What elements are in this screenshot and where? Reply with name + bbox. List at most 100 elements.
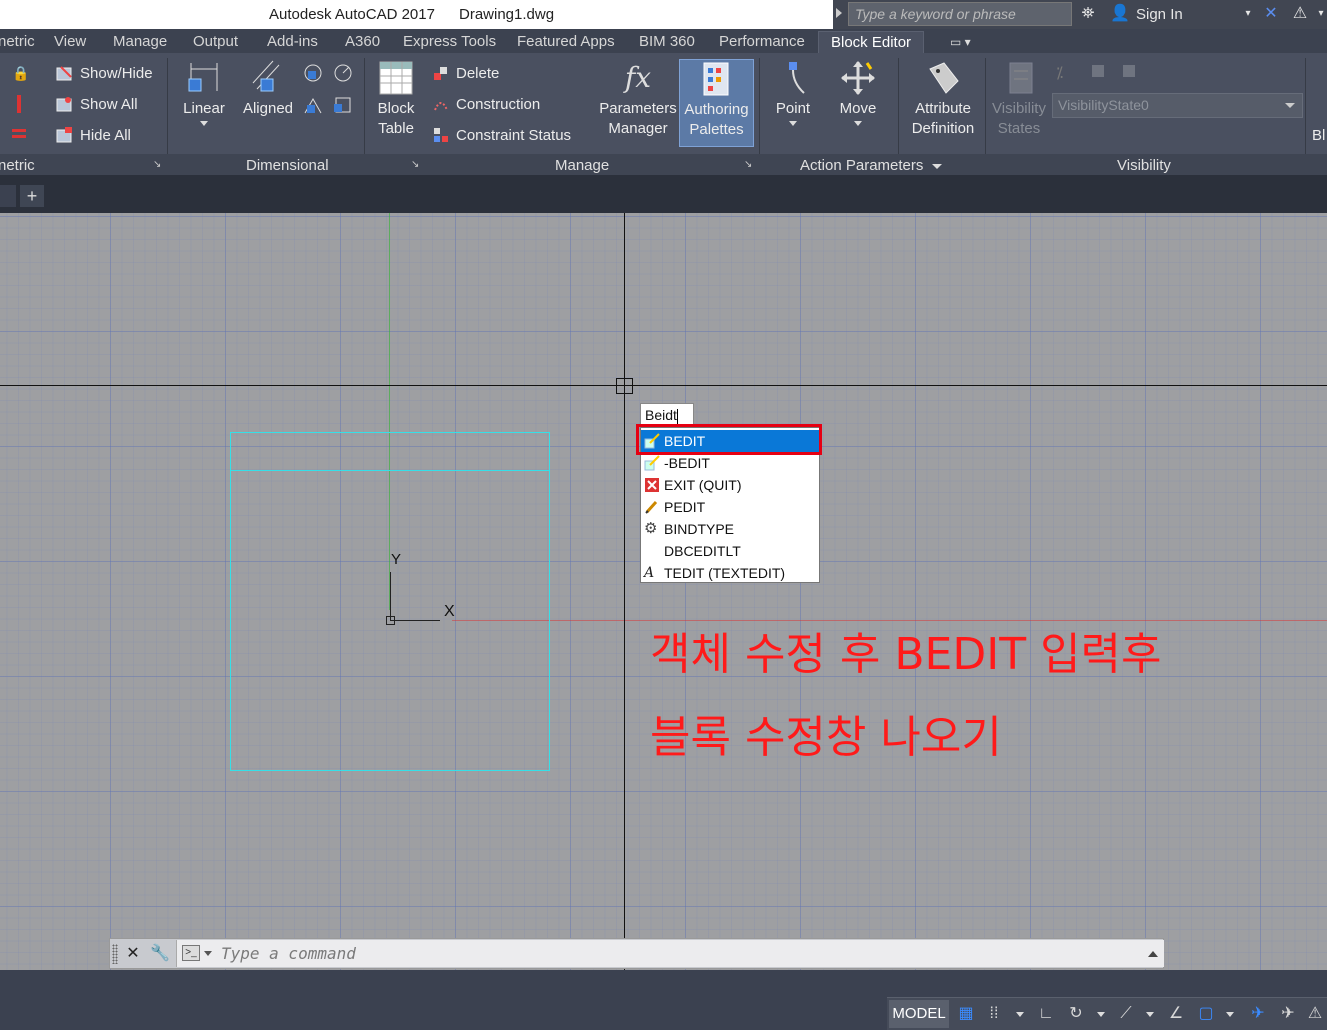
block-table-button[interactable]: Block Table (372, 59, 420, 139)
move-dropdown-icon[interactable] (854, 121, 862, 126)
ucs-x-line (390, 620, 440, 621)
diameter-constraint-icon[interactable] (303, 95, 323, 120)
exchange-apps-icon[interactable]: ✕ (1261, 4, 1281, 24)
show-all-button[interactable]: Show All (56, 93, 138, 115)
attribute-definition-button[interactable]: Attribute Definition (902, 59, 984, 139)
move-action-button[interactable]: Move (832, 59, 884, 126)
model-space-button[interactable]: MODEL (889, 1000, 949, 1028)
help-dropdown-icon[interactable]: ▾ (1311, 4, 1327, 24)
delete-constraint-icon (432, 64, 450, 82)
tab-a360[interactable]: A360 (345, 33, 380, 50)
drag-handle-icon[interactable] (112, 944, 118, 964)
constraint-status-button[interactable]: Constraint Status (432, 124, 571, 146)
new-tab-plus-icon[interactable]: + (20, 185, 44, 207)
tab-express-tools[interactable]: Express Tools (403, 33, 496, 50)
user-icon[interactable]: 👤 (1110, 4, 1130, 24)
chevron-down-icon (1285, 103, 1295, 108)
title-bar: Autodesk AutoCAD 2017 Drawing1.dwg ⛯ 👤 S… (0, 0, 1327, 29)
tab-performance[interactable]: Performance (719, 33, 805, 50)
snap-dropdown-icon[interactable] (1016, 1012, 1024, 1017)
autocomplete-item-exit[interactable]: EXIT (QUIT) (641, 474, 819, 496)
tab-add-ins[interactable]: Add-ins (267, 33, 318, 50)
grid-display-icon[interactable]: ▦ (956, 1004, 976, 1024)
signin-dropdown-icon[interactable]: ▾ (1238, 4, 1258, 24)
radius-constraint-icon[interactable] (333, 63, 353, 88)
object-snap-icon[interactable]: ▢ (1196, 1004, 1216, 1024)
recent-commands-dropdown-icon[interactable] (204, 951, 212, 956)
linear-parameter-button[interactable]: Linear (179, 59, 229, 126)
close-icon[interactable]: ✕ (123, 944, 143, 964)
autodesk-a360-icon[interactable]: ⚠ (1290, 4, 1310, 24)
visibility-mode-icon[interactable]: ⁒ (1056, 63, 1063, 83)
customize-wrench-icon[interactable]: 🔧 (150, 944, 170, 964)
tab-block-editor[interactable]: Block Editor (818, 31, 925, 53)
object-snap-tracking-icon[interactable]: ∠ (1166, 1004, 1186, 1024)
panel-label-manage: Manage (555, 157, 610, 174)
point-dropdown-icon[interactable] (789, 121, 797, 126)
ucs-origin-icon (386, 616, 395, 625)
convert-constraint-icon[interactable] (333, 95, 353, 120)
infer-constraints-icon[interactable]: ∟ (1036, 1004, 1056, 1024)
search-box[interactable] (848, 2, 1072, 26)
authoring-palettes-button[interactable]: Authoring Palettes (679, 59, 754, 147)
search-expand-icon[interactable] (836, 8, 842, 18)
dialog-launcher-icon[interactable]: ↘ (744, 159, 752, 170)
command-history-up-icon[interactable] (1148, 951, 1158, 957)
dialog-launcher-icon[interactable]: ↘ (411, 159, 419, 170)
sign-in-link[interactable]: Sign In (1136, 6, 1183, 23)
equal-icon[interactable] (12, 129, 26, 132)
tab-featured-apps[interactable]: Featured Apps (517, 33, 615, 50)
object-snap-dropdown-icon[interactable] (1226, 1012, 1234, 1017)
annotation-scale-icon[interactable]: ⚠ (1305, 1004, 1325, 1024)
autocomplete-item-dbceditlt[interactable]: DBCEDITLT (641, 540, 819, 562)
autocomplete-item-tedit[interactable]: A TEDIT (TEXTEDIT) (641, 562, 819, 584)
dialog-launcher-icon[interactable]: ↘ (153, 159, 161, 170)
aligned-parameter-button[interactable]: Aligned (238, 59, 298, 119)
lock-icon[interactable]: 🔒 (12, 65, 29, 81)
file-tab[interactable] (0, 185, 16, 207)
auto-scale-icon[interactable]: ✈ (1278, 1004, 1298, 1024)
tab-view[interactable]: View (54, 33, 86, 50)
visibility-state-select[interactable]: VisibilityState0 (1052, 93, 1303, 118)
status-bar: MODEL ▦ ⁞⁞ ∟ ↻ ⟋ ∠ ▢ ✈ ✈ ⚠ (0, 970, 1327, 1030)
construction-icon (432, 95, 450, 113)
autocad-window: Autodesk AutoCAD 2017 Drawing1.dwg ⛯ 👤 S… (0, 0, 1327, 1030)
make-invisible-icon[interactable] (1121, 63, 1139, 86)
tab-bim-360[interactable]: BIM 360 (639, 33, 695, 50)
linear-dropdown-icon[interactable] (200, 121, 208, 126)
autocomplete-item-bedit-dash[interactable]: -BEDIT (641, 452, 819, 474)
panel-label-action-parameters[interactable]: Action Parameters (800, 157, 923, 174)
parameters-manager-button[interactable]: fx Parameters Manager (597, 59, 679, 139)
command-input[interactable] (221, 943, 921, 964)
action-parameters-dropdown-icon[interactable] (932, 164, 942, 169)
angular-constraint-icon[interactable] (303, 63, 323, 88)
annotation-visibility-icon[interactable]: ✈ (1248, 1004, 1268, 1024)
binoculars-icon[interactable]: ⛯ (1078, 4, 1098, 24)
construction-button[interactable]: Construction (432, 93, 540, 115)
isometric-drafting-icon[interactable]: ⟋ (1116, 1004, 1136, 1024)
tab-output[interactable]: Output (193, 33, 238, 50)
tab-parametric[interactable]: netric (0, 33, 35, 50)
drawing-canvas[interactable]: Y X 객체 수정 후 BEDIT 입력후 블록 수정창 나오기 (0, 213, 1327, 970)
make-visible-icon[interactable] (1090, 63, 1108, 86)
constraint-bar-icon[interactable] (17, 95, 21, 113)
search-input[interactable] (849, 3, 1071, 25)
ribbon-minimize-icon[interactable]: ▭ ▾ (950, 35, 971, 49)
bedit-icon (644, 455, 660, 471)
autocomplete-item-bindtype[interactable]: ⚙ BINDTYPE (641, 518, 819, 540)
visibility-states-button[interactable]: Visibility States (988, 59, 1050, 139)
command-prompt-icon[interactable]: >_ (182, 945, 200, 961)
authoring-palettes-icon (698, 60, 736, 98)
polar-tracking-icon[interactable]: ↻ (1066, 1004, 1086, 1024)
snap-mode-icon[interactable]: ⁞⁞ (984, 1004, 1004, 1024)
tab-manage[interactable]: Manage (113, 33, 167, 50)
point-parameter-button[interactable]: Point (767, 59, 819, 126)
hide-all-button[interactable]: Hide All (56, 124, 131, 146)
command-line: ✕ 🔧 >_ (109, 938, 1164, 969)
polar-dropdown-icon[interactable] (1097, 1012, 1105, 1017)
autocomplete-item-pedit[interactable]: PEDIT (641, 496, 819, 518)
delete-button[interactable]: Delete (432, 62, 499, 84)
panel-label-geometric: netric (0, 157, 35, 174)
show-hide-button[interactable]: Show/Hide (56, 62, 153, 84)
isometric-dropdown-icon[interactable] (1146, 1012, 1154, 1017)
